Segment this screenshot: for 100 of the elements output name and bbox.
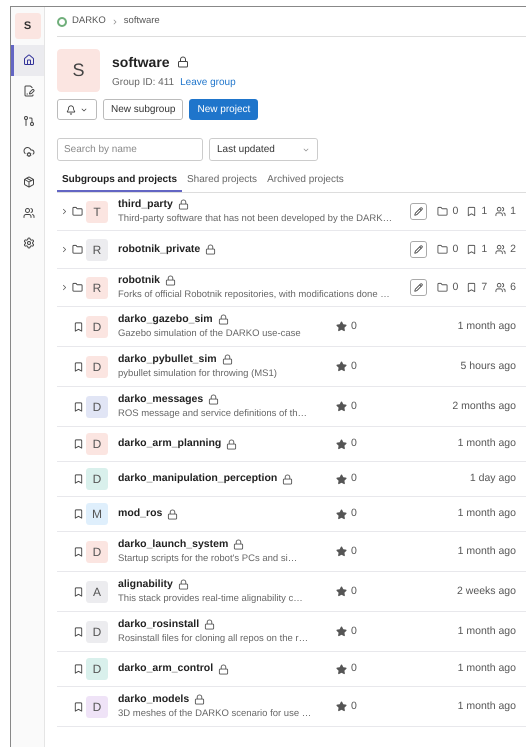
project-name[interactable]: mod_ros: [118, 506, 162, 522]
star-icon: [336, 664, 347, 674]
star-count: 0: [351, 436, 357, 452]
bookmark-icon: [73, 320, 84, 332]
sort-dropdown[interactable]: Last updated: [209, 138, 318, 161]
project-name[interactable]: darko_gazebo_sim: [118, 312, 213, 328]
cloud-gear-icon: [23, 146, 35, 158]
star-icon: [336, 321, 347, 332]
avatar: D: [86, 468, 108, 490]
edit-button[interactable]: [410, 279, 428, 296]
users-icon: [495, 244, 506, 255]
edit-button[interactable]: [410, 241, 428, 258]
expand-chevron-icon[interactable]: [60, 245, 69, 254]
project-name[interactable]: third_party: [118, 196, 173, 212]
search-field[interactable]: Search by name: [57, 138, 203, 161]
bookmark-icon: [466, 282, 478, 293]
project-name[interactable]: darko_arm_control: [118, 661, 214, 677]
updated-time: 1 month ago: [458, 506, 516, 522]
folder-icon: [437, 282, 448, 293]
updated-time: 1 day ago: [470, 471, 516, 486]
project-count: 1: [481, 204, 488, 219]
project-name[interactable]: robotnik_private: [118, 242, 200, 258]
avatar: M: [86, 503, 108, 525]
star-icon: [336, 701, 347, 712]
avatar: D: [86, 696, 108, 718]
project-name[interactable]: darko_arm_planning: [118, 436, 222, 452]
star-icon: [336, 586, 347, 597]
pencil-icon: [414, 207, 424, 216]
lock-icon: [222, 354, 233, 365]
bookmark-icon: [73, 360, 84, 372]
project-count: 1: [481, 242, 488, 257]
lock-icon: [282, 474, 294, 484]
lock-icon: [176, 56, 189, 68]
description: Rosinstall files for cloning all repos on the r…: [118, 632, 308, 646]
new-subgroup-button[interactable]: New subgroup: [103, 99, 184, 120]
avatar: D: [86, 316, 108, 338]
lock-icon: [218, 664, 230, 674]
notification-button[interactable]: [57, 99, 97, 120]
project-name[interactable]: darko_launch_system: [118, 536, 228, 552]
bookmark-icon: [73, 546, 84, 558]
bookmark-icon: [466, 206, 478, 217]
breadcrumb-link[interactable]: software: [124, 14, 160, 29]
star-count: 0: [351, 544, 357, 559]
group-avatar: S: [57, 49, 100, 92]
description: ROS message and service definitions of th…: [118, 407, 308, 422]
updated-time: 1 month ago: [458, 436, 516, 452]
users-icon: [23, 206, 35, 219]
updated-time: 2 months ago: [452, 398, 516, 414]
description: Forks of official Robotnik repositories, with modifications done …: [118, 288, 390, 302]
sidebar-item[interactable]: [11, 45, 44, 76]
group-avatar[interactable]: S: [14, 13, 40, 39]
avatar: D: [86, 396, 108, 418]
bookmark-icon: [73, 626, 84, 638]
star-icon: [336, 474, 347, 484]
star-count: 0: [351, 624, 357, 639]
expand-chevron-icon[interactable]: [60, 283, 69, 292]
group-id: Group ID: 411: [112, 76, 174, 90]
project-name[interactable]: robotnik: [118, 272, 160, 288]
bookmark-icon: [73, 438, 84, 450]
lock-icon: [178, 579, 189, 590]
home-icon: [23, 54, 35, 66]
leave-group-link[interactable]: Leave group: [180, 74, 236, 90]
settings-icon: [23, 237, 35, 250]
project-name[interactable]: darko_messages: [118, 392, 204, 408]
project-name[interactable]: darko_rosinstall: [118, 616, 200, 632]
tab[interactable]: Archived projects: [262, 169, 349, 192]
lock-icon: [205, 244, 216, 255]
merge-request-icon: [23, 115, 35, 128]
project-name[interactable]: alignability: [118, 576, 173, 592]
tab[interactable]: Subgroups and projects: [57, 169, 182, 192]
star-icon: [336, 438, 347, 450]
users-icon: [495, 282, 506, 293]
edit-button[interactable]: [410, 203, 428, 220]
lock-icon: [167, 508, 178, 520]
updated-time: 1 month ago: [458, 318, 516, 334]
member-count: 1: [510, 204, 516, 219]
description: Gazebo simulation of the DARKO use-case: [118, 327, 301, 342]
project-name[interactable]: darko_manipulation_perception: [118, 471, 278, 487]
description: 3D meshes of the DARKO scenario for use …: [118, 707, 312, 722]
project-name[interactable]: darko_models: [118, 692, 190, 708]
lock-icon: [178, 199, 189, 210]
description: This stack provides real-time alignability c…: [118, 592, 303, 606]
description: Third-party software that has not been developed by the DARK…: [118, 212, 392, 226]
folder-icon: [437, 244, 448, 255]
star-icon: [336, 401, 347, 412]
expand-chevron-icon[interactable]: [60, 207, 69, 216]
member-count: 2: [510, 242, 516, 257]
member-count: 6: [510, 280, 516, 295]
breadcrumb-link[interactable]: DARKO: [72, 14, 106, 29]
pencil-icon: [414, 283, 424, 292]
star-icon: [336, 508, 347, 520]
project-name[interactable]: darko_pybullet_sim: [118, 352, 217, 368]
tab[interactable]: Shared projects: [182, 169, 262, 192]
folder-icon: [72, 206, 83, 217]
new-project-button[interactable]: New project: [189, 99, 258, 120]
star-count: 0: [351, 398, 357, 414]
bookmark-icon: [73, 400, 84, 412]
avatar: D: [86, 620, 108, 642]
lock-icon: [208, 394, 220, 405]
project-count: 7: [481, 280, 488, 295]
